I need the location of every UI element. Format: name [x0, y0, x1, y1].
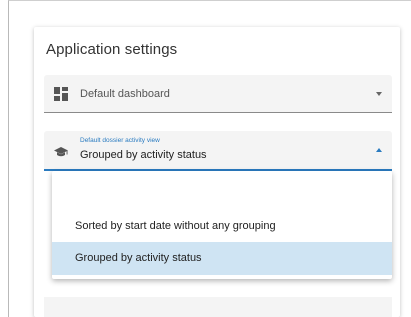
activity-view-label: Default dossier activity view	[80, 137, 160, 144]
card-title: Application settings	[46, 41, 178, 58]
graduation-cap-icon	[54, 145, 68, 159]
chevron-up-icon[interactable]	[376, 148, 382, 152]
default-activity-view-select[interactable]: Default dossier activity view Grouped by…	[44, 131, 392, 171]
activity-view-dropdown: Sorted by start date without any groupin…	[52, 171, 392, 279]
default-dashboard-select[interactable]: Default dashboard	[44, 75, 392, 113]
window-frame: Application settings Default dashboard D…	[8, 0, 411, 317]
dropdown-option-selected[interactable]: Grouped by activity status	[52, 242, 392, 275]
chevron-down-icon[interactable]	[376, 92, 382, 96]
dropdown-option-label: Grouped by activity status	[75, 252, 202, 264]
dropdown-option[interactable]: Sorted by start date without any groupin…	[52, 210, 392, 243]
default-dashboard-value: Default dashboard	[80, 88, 170, 100]
next-field-strip	[44, 297, 392, 317]
activity-view-value: Grouped by activity status	[80, 149, 207, 161]
dashboard-icon	[54, 87, 68, 101]
dropdown-option-label: Sorted by start date without any groupin…	[75, 220, 276, 232]
